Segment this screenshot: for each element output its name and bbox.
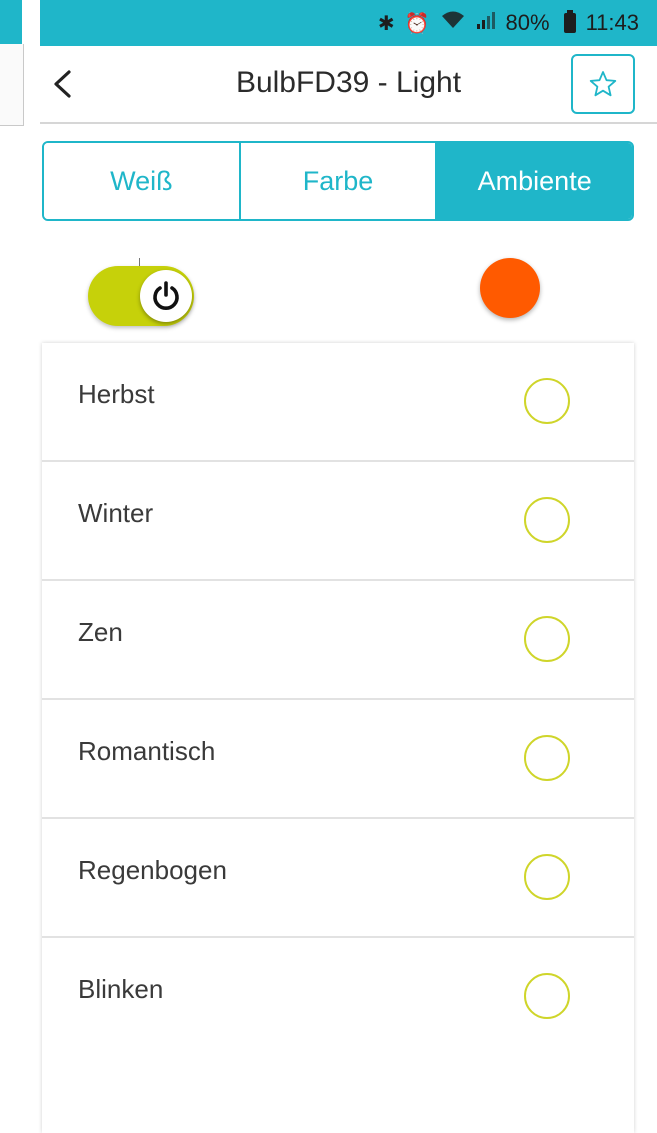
color-indicator[interactable]: [480, 258, 540, 318]
toggle-knob[interactable]: [140, 270, 192, 322]
scene-list: Herbst Winter Zen Romantisch Regenbogen …: [42, 343, 634, 1133]
adjacent-status-bar: [0, 0, 22, 44]
tab-ambiente[interactable]: Ambiente: [435, 143, 632, 219]
scene-radio[interactable]: [524, 735, 570, 781]
page-title: BulbFD39 - Light: [235, 66, 462, 99]
scene-label: Zen: [78, 617, 123, 647]
mode-tabs: Weiß Farbe Ambiente: [42, 141, 634, 221]
tab-weiss[interactable]: Weiß: [44, 143, 239, 219]
wifi-icon: [440, 10, 466, 36]
signal-icon: [476, 10, 496, 36]
scene-item-blinken[interactable]: Blinken: [42, 938, 634, 1055]
scene-item-winter[interactable]: Winter: [42, 462, 634, 581]
scene-item-romantisch[interactable]: Romantisch: [42, 700, 634, 819]
star-outline-icon: [589, 71, 617, 97]
phone-screen: ✱ ⏰ 80% 11:43 BulbFD39 - Light Weiß Farb…: [40, 0, 657, 1133]
alarm-icon: ⏰: [404, 12, 430, 35]
chevron-left-icon: [54, 70, 71, 98]
power-toggle[interactable]: [88, 266, 194, 326]
app-bar: BulbFD39 - Light: [40, 46, 657, 124]
clock: 11:43: [585, 10, 639, 35]
scene-label: Blinken: [78, 974, 164, 1004]
battery-icon: [563, 10, 576, 33]
bluetooth-icon: ✱: [377, 12, 395, 35]
scene-radio[interactable]: [524, 378, 570, 424]
favorite-button[interactable]: [571, 54, 635, 114]
scene-radio[interactable]: [524, 616, 570, 662]
scene-item-regenbogen[interactable]: Regenbogen: [42, 819, 634, 938]
adjacent-header: [0, 44, 24, 126]
back-button[interactable]: [42, 64, 82, 104]
scene-label: Winter: [78, 498, 154, 528]
scene-radio[interactable]: [524, 854, 570, 900]
status-bar: ✱ ⏰ 80% 11:43: [40, 0, 657, 46]
scene-label: Regenbogen: [78, 855, 227, 885]
battery-percent: 80%: [505, 10, 550, 35]
scene-label: Herbst: [78, 379, 155, 409]
scene-item-zen[interactable]: Zen: [42, 581, 634, 700]
scene-radio[interactable]: [524, 973, 570, 1019]
power-icon: [153, 281, 179, 310]
scene-radio[interactable]: [524, 497, 570, 543]
adjacent-screen-edge: [0, 0, 40, 1120]
scene-item-herbst[interactable]: Herbst: [42, 343, 634, 462]
scene-label: Romantisch: [78, 736, 216, 766]
tab-farbe[interactable]: Farbe: [238, 143, 436, 219]
